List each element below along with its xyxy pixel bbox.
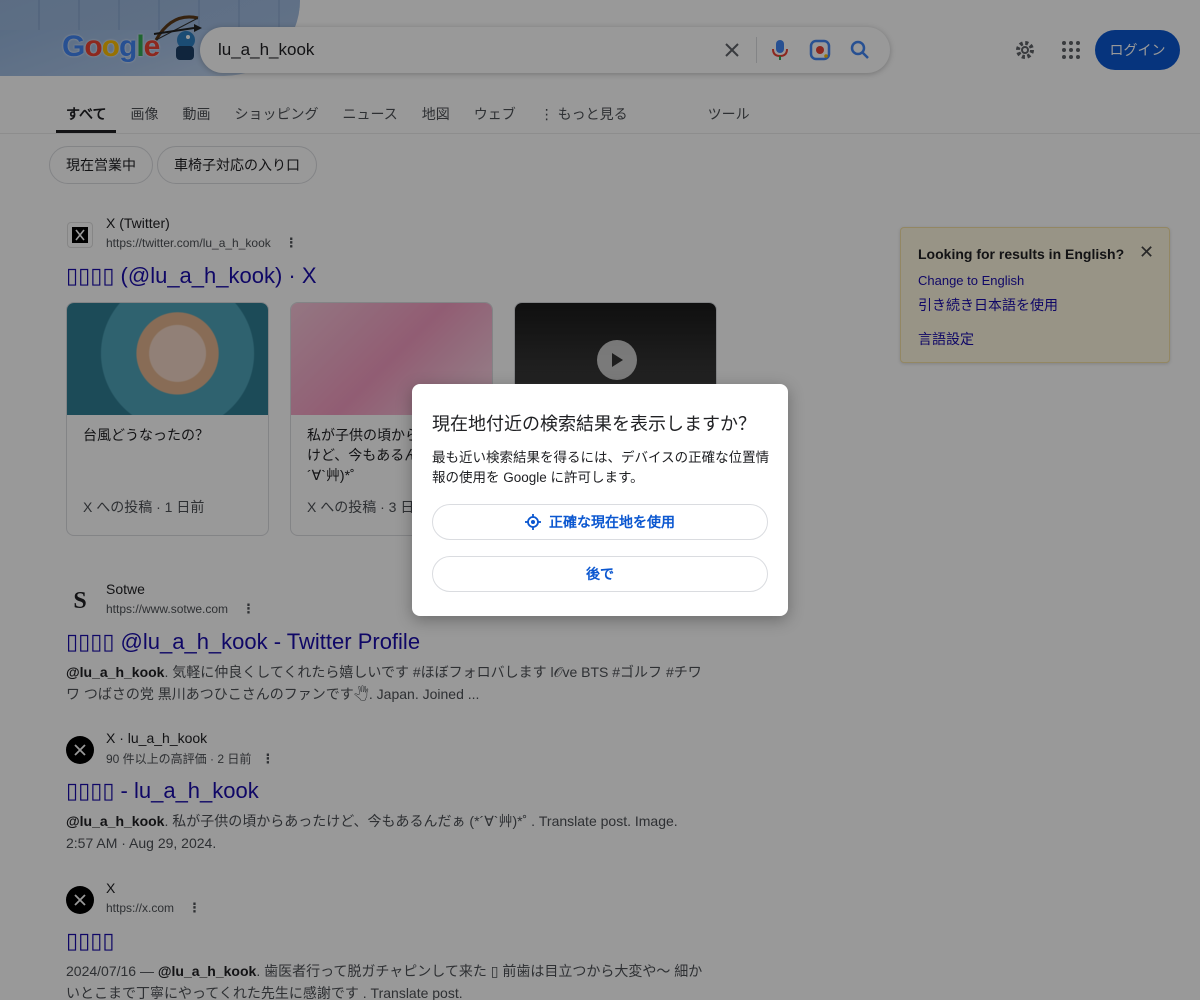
location-target-icon — [525, 514, 541, 530]
dialog-title: 現在地付近の検索結果を表示しますか？ — [432, 414, 756, 434]
search-results-page: Google ログイン — [0, 0, 1200, 1000]
use-precise-location-button[interactable]: 正確な現在地を使用 — [432, 504, 768, 540]
later-button[interactable]: 後で — [432, 556, 768, 592]
location-permission-dialog: 現在地付近の検索結果を表示しますか？ 最も近い検索結果を得るには、デバイスの正確… — [412, 384, 788, 616]
dialog-body: 最も近い検索結果を得るには、デバイスの正確な位置情報の使用を Google に許… — [432, 450, 770, 485]
use-precise-location-label: 正確な現在地を使用 — [549, 514, 675, 530]
